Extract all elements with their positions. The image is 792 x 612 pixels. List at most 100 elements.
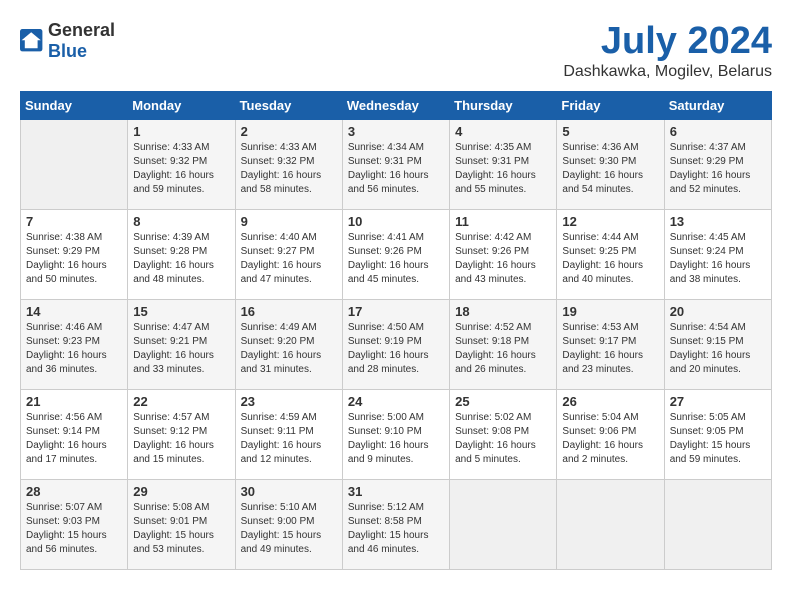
calendar-cell: 5Sunrise: 4:36 AM Sunset: 9:30 PM Daylig… xyxy=(557,120,664,210)
header-row: SundayMondayTuesdayWednesdayThursdayFrid… xyxy=(21,92,772,120)
day-number: 24 xyxy=(348,394,444,409)
col-header-friday: Friday xyxy=(557,92,664,120)
day-info: Sunrise: 4:41 AM Sunset: 9:26 PM Dayligh… xyxy=(348,231,444,287)
day-number: 30 xyxy=(241,484,337,499)
day-info: Sunrise: 4:35 AM Sunset: 9:31 PM Dayligh… xyxy=(455,141,551,197)
col-header-sunday: Sunday xyxy=(21,92,128,120)
day-info: Sunrise: 4:56 AM Sunset: 9:14 PM Dayligh… xyxy=(26,411,122,467)
day-info: Sunrise: 4:52 AM Sunset: 9:18 PM Dayligh… xyxy=(455,321,551,377)
day-number: 4 xyxy=(455,124,551,139)
day-info: Sunrise: 4:40 AM Sunset: 9:27 PM Dayligh… xyxy=(241,231,337,287)
calendar-cell: 14Sunrise: 4:46 AM Sunset: 9:23 PM Dayli… xyxy=(21,300,128,390)
calendar-cell xyxy=(557,480,664,570)
day-number: 5 xyxy=(562,124,658,139)
calendar-body: 1 Sunrise: 4:33 AM Sunset: 9:32 PM Daylig… xyxy=(21,120,772,570)
col-header-tuesday: Tuesday xyxy=(235,92,342,120)
day-number: 2 xyxy=(241,124,337,139)
day-info: Sunrise: 4:45 AM Sunset: 9:24 PM Dayligh… xyxy=(670,231,766,287)
day-number: 25 xyxy=(455,394,551,409)
subtitle: Dashkawka, Mogilev, Belarus xyxy=(563,63,772,81)
day-info: Sunrise: 4:34 AM Sunset: 9:31 PM Dayligh… xyxy=(348,141,444,197)
calendar-header: SundayMondayTuesdayWednesdayThursdayFrid… xyxy=(21,92,772,120)
col-header-wednesday: Wednesday xyxy=(342,92,449,120)
day-number: 22 xyxy=(133,394,229,409)
day-info: Sunrise: 4:53 AM Sunset: 9:17 PM Dayligh… xyxy=(562,321,658,377)
calendar-cell: 17 Sunrise: 4:50 AM Sunset: 9:19 PM Dayli… xyxy=(342,300,449,390)
day-info: Sunrise: 4:50 AM Sunset: 9:19 PM Dayligh… xyxy=(348,321,444,377)
day-number: 17 xyxy=(348,304,444,319)
col-header-saturday: Saturday xyxy=(664,92,771,120)
day-info: Sunrise: 4:59 AM Sunset: 9:11 PM Dayligh… xyxy=(241,411,337,467)
calendar-cell: 8 Sunrise: 4:39 AM Sunset: 9:28 PM Daylig… xyxy=(128,210,235,300)
calendar-table: SundayMondayTuesdayWednesdayThursdayFrid… xyxy=(20,91,772,570)
day-number: 31 xyxy=(348,484,444,499)
calendar-cell: 18 Sunrise: 4:52 AM Sunset: 9:18 PM Dayli… xyxy=(450,300,557,390)
day-info: Sunrise: 5:05 AM Sunset: 9:05 PM Dayligh… xyxy=(670,411,766,467)
day-info: Sunrise: 4:39 AM Sunset: 9:28 PM Dayligh… xyxy=(133,231,229,287)
calendar-cell xyxy=(664,480,771,570)
calendar-cell xyxy=(21,120,128,210)
week-row-4: 21Sunrise: 4:56 AM Sunset: 9:14 PM Dayli… xyxy=(21,390,772,480)
day-info: Sunrise: 4:33 AM Sunset: 9:32 PM Dayligh… xyxy=(241,141,337,197)
day-number: 18 xyxy=(455,304,551,319)
day-number: 16 xyxy=(241,304,337,319)
day-number: 13 xyxy=(670,214,766,229)
calendar-cell: 4 Sunrise: 4:35 AM Sunset: 9:31 PM Daylig… xyxy=(450,120,557,210)
week-row-3: 14Sunrise: 4:46 AM Sunset: 9:23 PM Dayli… xyxy=(21,300,772,390)
calendar-cell: 28Sunrise: 5:07 AM Sunset: 9:03 PM Dayli… xyxy=(21,480,128,570)
day-info: Sunrise: 4:47 AM Sunset: 9:21 PM Dayligh… xyxy=(133,321,229,377)
day-info: Sunrise: 4:49 AM Sunset: 9:20 PM Dayligh… xyxy=(241,321,337,377)
calendar-cell: 2 Sunrise: 4:33 AM Sunset: 9:32 PM Daylig… xyxy=(235,120,342,210)
calendar-cell: 27 Sunrise: 5:05 AM Sunset: 9:05 PM Dayli… xyxy=(664,390,771,480)
day-number: 6 xyxy=(670,124,766,139)
day-number: 1 xyxy=(133,124,229,139)
calendar-cell: 29 Sunrise: 5:08 AM Sunset: 9:01 PM Dayli… xyxy=(128,480,235,570)
day-info: Sunrise: 5:12 AM Sunset: 8:58 PM Dayligh… xyxy=(348,501,444,557)
week-row-2: 7Sunrise: 4:38 AM Sunset: 9:29 PM Daylig… xyxy=(21,210,772,300)
day-info: Sunrise: 4:33 AM Sunset: 9:32 PM Dayligh… xyxy=(133,141,229,197)
day-info: Sunrise: 5:00 AM Sunset: 9:10 PM Dayligh… xyxy=(348,411,444,467)
day-number: 11 xyxy=(455,214,551,229)
calendar-cell: 12 Sunrise: 4:44 AM Sunset: 9:25 PM Dayli… xyxy=(557,210,664,300)
day-info: Sunrise: 4:57 AM Sunset: 9:12 PM Dayligh… xyxy=(133,411,229,467)
calendar-cell: 23 Sunrise: 4:59 AM Sunset: 9:11 PM Dayli… xyxy=(235,390,342,480)
day-number: 8 xyxy=(133,214,229,229)
logo-text-blue: Blue xyxy=(48,41,87,61)
calendar-cell: 22 Sunrise: 4:57 AM Sunset: 9:12 PM Dayli… xyxy=(128,390,235,480)
day-number: 23 xyxy=(241,394,337,409)
day-number: 28 xyxy=(26,484,122,499)
calendar-cell: 13 Sunrise: 4:45 AM Sunset: 9:24 PM Dayli… xyxy=(664,210,771,300)
calendar-cell xyxy=(450,480,557,570)
day-number: 15 xyxy=(133,304,229,319)
logo-icon xyxy=(20,29,44,53)
day-info: Sunrise: 5:08 AM Sunset: 9:01 PM Dayligh… xyxy=(133,501,229,557)
day-info: Sunrise: 4:44 AM Sunset: 9:25 PM Dayligh… xyxy=(562,231,658,287)
day-number: 29 xyxy=(133,484,229,499)
day-number: 3 xyxy=(348,124,444,139)
col-header-monday: Monday xyxy=(128,92,235,120)
day-number: 26 xyxy=(562,394,658,409)
day-number: 27 xyxy=(670,394,766,409)
day-number: 12 xyxy=(562,214,658,229)
day-info: Sunrise: 4:38 AM Sunset: 9:29 PM Dayligh… xyxy=(26,231,122,287)
day-number: 9 xyxy=(241,214,337,229)
calendar-cell: 9 Sunrise: 4:40 AM Sunset: 9:27 PM Daylig… xyxy=(235,210,342,300)
day-info: Sunrise: 5:02 AM Sunset: 9:08 PM Dayligh… xyxy=(455,411,551,467)
day-info: Sunrise: 4:37 AM Sunset: 9:29 PM Dayligh… xyxy=(670,141,766,197)
calendar-cell: 11Sunrise: 4:42 AM Sunset: 9:26 PM Dayli… xyxy=(450,210,557,300)
week-row-1: 1 Sunrise: 4:33 AM Sunset: 9:32 PM Daylig… xyxy=(21,120,772,210)
title-block: July 2024 Dashkawka, Mogilev, Belarus xyxy=(563,20,772,81)
day-number: 19 xyxy=(562,304,658,319)
day-info: Sunrise: 4:54 AM Sunset: 9:15 PM Dayligh… xyxy=(670,321,766,377)
calendar-cell: 15 Sunrise: 4:47 AM Sunset: 9:21 PM Dayli… xyxy=(128,300,235,390)
calendar-cell: 6 Sunrise: 4:37 AM Sunset: 9:29 PM Daylig… xyxy=(664,120,771,210)
calendar-cell: 21Sunrise: 4:56 AM Sunset: 9:14 PM Dayli… xyxy=(21,390,128,480)
calendar-cell: 26Sunrise: 5:04 AM Sunset: 9:06 PM Dayli… xyxy=(557,390,664,480)
calendar-cell: 16 Sunrise: 4:49 AM Sunset: 9:20 PM Dayli… xyxy=(235,300,342,390)
calendar-cell: 7Sunrise: 4:38 AM Sunset: 9:29 PM Daylig… xyxy=(21,210,128,300)
day-number: 20 xyxy=(670,304,766,319)
calendar-cell: 19 Sunrise: 4:53 AM Sunset: 9:17 PM Dayli… xyxy=(557,300,664,390)
col-header-thursday: Thursday xyxy=(450,92,557,120)
calendar-cell: 24 Sunrise: 5:00 AM Sunset: 9:10 PM Dayli… xyxy=(342,390,449,480)
day-info: Sunrise: 5:10 AM Sunset: 9:00 PM Dayligh… xyxy=(241,501,337,557)
